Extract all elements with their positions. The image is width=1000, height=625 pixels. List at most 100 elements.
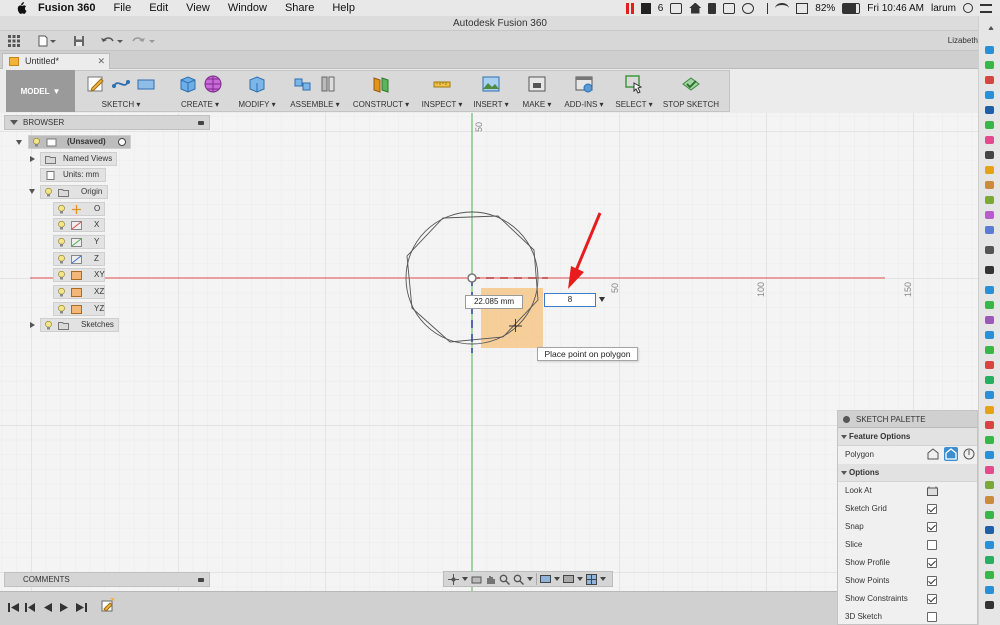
app-icon[interactable] [985,421,994,429]
look-at-icon[interactable] [927,486,938,496]
visibility-bulb-icon[interactable] [58,305,65,314]
visibility-bulb-icon[interactable] [58,288,65,297]
menu-view[interactable]: View [177,2,219,14]
timeline-sketch-marker-icon[interactable] [101,598,114,612]
step-back-icon[interactable] [25,602,36,613]
battery-icon[interactable] [842,2,861,14]
design-canvas[interactable]: 50 50 100 150 [0,113,978,591]
ribbon-group-create[interactable]: CREATE ▾ [172,71,228,111]
tree-root-unsaved[interactable]: (Unsaved) [28,135,131,149]
circumscribed-polygon-icon[interactable] [926,447,940,461]
tree-item-xy-plane[interactable]: XY [53,268,105,282]
app-icon[interactable] [985,121,994,129]
app-icon[interactable] [985,91,994,99]
account-user-name[interactable]: Lizabeth [948,36,978,45]
go-to-start-icon[interactable] [8,602,19,613]
scripts-addins-icon[interactable] [574,74,594,94]
tree-item-sketches[interactable]: Sketches [40,318,119,332]
app-icon[interactable] [985,436,994,444]
menu-share[interactable]: Share [276,2,323,14]
adobe-icon[interactable] [640,2,651,14]
offset-plane-icon[interactable] [371,74,391,94]
expand-named-views-icon[interactable] [30,156,35,162]
sketch-grid-checkbox[interactable] [927,504,937,514]
snap-checkbox[interactable] [927,522,937,532]
inscribed-polygon-icon[interactable] [944,447,958,461]
home-icon[interactable] [689,2,702,14]
tree-item-yz-plane[interactable]: YZ [53,302,105,316]
3d-sketch-checkbox[interactable] [927,612,937,622]
messages-icon[interactable] [723,2,736,14]
app-icon[interactable] [985,466,994,474]
menu-help[interactable]: Help [323,2,364,14]
extrude-box-icon[interactable] [178,74,198,94]
orbit-icon[interactable] [448,573,459,585]
ribbon-group-select[interactable]: SELECT ▾ [614,71,654,111]
app-icon[interactable] [985,316,994,324]
lock-icon[interactable] [708,2,717,14]
slice-checkbox[interactable] [927,540,937,550]
app-icon[interactable] [985,481,994,489]
polygon-sides-input[interactable]: 8 [544,293,596,307]
collapse-icon[interactable] [841,435,847,439]
expand-sketches-icon[interactable] [30,322,35,328]
visibility-bulb-icon[interactable] [33,138,40,147]
create-sketch-icon[interactable] [86,74,106,94]
time-machine-icon[interactable] [742,2,755,14]
pan-hand-icon[interactable] [485,574,496,585]
grid-menu-icon[interactable] [8,35,20,47]
ribbon-group-insert[interactable]: INSERT ▾ [472,71,510,111]
show-points-checkbox[interactable] [927,576,937,586]
save-icon[interactable] [73,35,85,47]
measure-icon[interactable] [432,74,452,94]
bluetooth-icon[interactable] [761,2,769,14]
app-icon[interactable] [985,211,994,219]
form-mesh-icon[interactable] [203,74,223,94]
tree-item-z-axis[interactable]: Z [53,252,105,266]
app-icon[interactable] [985,346,994,354]
app-icon[interactable] [985,451,994,459]
zoom-icon[interactable] [499,574,510,585]
notification-center-icon[interactable] [980,3,992,13]
app-icon[interactable] [985,376,994,384]
app-icon[interactable] [985,496,994,504]
visibility-bulb-icon[interactable] [58,271,65,280]
sketch-palette-header[interactable]: SKETCH PALETTE [838,411,977,428]
app-icon[interactable] [985,526,994,534]
tree-item-x-axis[interactable]: X [53,218,105,232]
airplay-icon[interactable] [796,2,809,14]
wifi-icon[interactable] [775,2,790,14]
app-icon[interactable] [985,571,994,579]
app-icon[interactable] [985,136,994,144]
app-icon[interactable] [985,391,994,399]
app-icon[interactable] [985,406,994,414]
new-component-icon[interactable] [293,74,313,94]
ribbon-group-modify[interactable]: MODIFY ▾ [236,71,278,111]
ribbon-group-addins[interactable]: ADD-INS ▾ [561,71,607,111]
ribbon-group-inspect[interactable]: INSPECT ▾ [420,71,464,111]
app-icon[interactable] [985,541,994,549]
app-icon[interactable] [985,556,994,564]
app-icon[interactable] [985,246,994,254]
ribbon-group-construct[interactable]: CONSTRUCT ▾ [352,71,410,111]
app-icon[interactable] [985,601,994,609]
ribbon-group-sketch[interactable]: SKETCH ▾ [78,71,164,111]
3d-print-icon[interactable] [527,74,547,94]
fit-zoom-icon[interactable] [513,574,524,585]
close-tab-icon[interactable]: ✕ [97,54,105,69]
play-icon[interactable] [59,602,70,613]
visibility-bulb-icon[interactable] [58,238,65,247]
apple-icon[interactable] [14,2,28,14]
visibility-bulb-icon[interactable] [58,221,65,230]
visibility-bulb-icon[interactable] [58,205,65,214]
visibility-bulb-icon[interactable] [58,255,65,264]
edge-polygon-icon[interactable] [962,447,976,461]
chevron-down-icon[interactable] [462,577,468,581]
look-at-icon[interactable] [471,574,482,585]
stop-sketch-button[interactable]: STOP SKETCH [662,71,720,111]
radius-dimension-input[interactable]: 22.085 mm [465,295,523,309]
modify-press-pull-icon[interactable] [247,74,267,94]
activate-radio-icon[interactable] [118,138,126,146]
tree-item-origin-point[interactable]: O [53,202,105,216]
user-name[interactable]: larum [931,3,956,14]
